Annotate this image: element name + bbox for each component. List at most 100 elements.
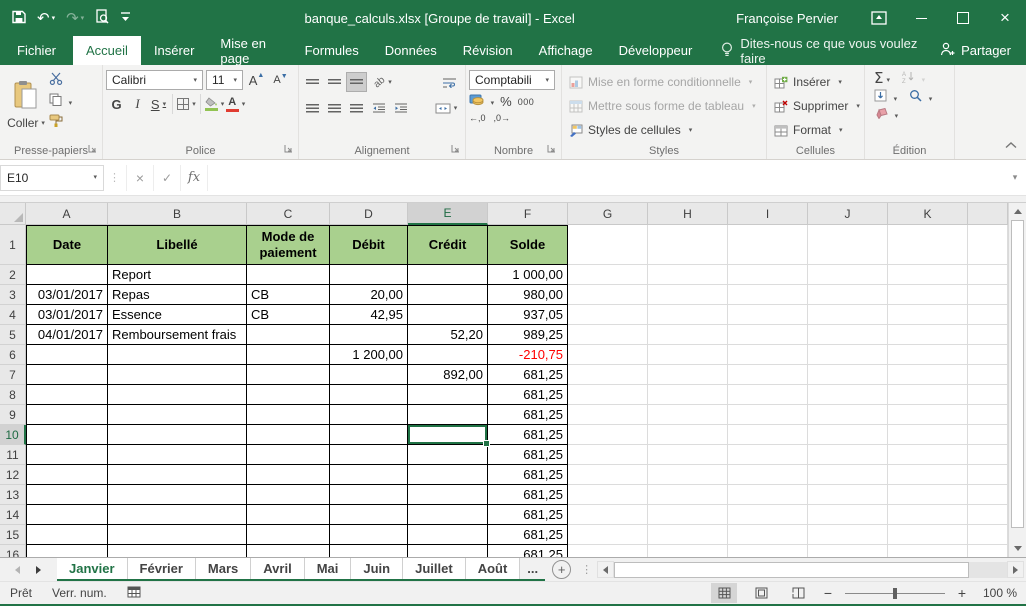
cell-K9[interactable]	[888, 405, 968, 425]
cell-E9[interactable]	[408, 405, 488, 425]
scroll-left-icon[interactable]	[597, 561, 614, 578]
cell-G13[interactable]	[568, 485, 648, 505]
cell-B2[interactable]: Report	[108, 265, 247, 285]
cell-A4[interactable]: 03/01/2017	[26, 305, 108, 325]
align-bottom-button[interactable]	[346, 72, 367, 92]
sheet-tab-février[interactable]: Février	[128, 558, 196, 579]
number-format-select[interactable]: Comptabili▾	[469, 70, 555, 90]
cell-G9[interactable]	[568, 405, 648, 425]
cell-K10[interactable]	[888, 425, 968, 445]
cell-A13[interactable]	[26, 485, 108, 505]
cell-D11[interactable]	[330, 445, 408, 465]
row-header-3[interactable]: 3	[0, 285, 26, 305]
cell-K1[interactable]	[888, 225, 968, 265]
previous-sheet-icon[interactable]	[15, 566, 20, 574]
cell-I3[interactable]	[728, 285, 808, 305]
cell-H13[interactable]	[648, 485, 728, 505]
cell-G11[interactable]	[568, 445, 648, 465]
customize-qat-icon[interactable]	[120, 11, 131, 26]
row-header-15[interactable]: 15	[0, 525, 26, 545]
cell-I13[interactable]	[728, 485, 808, 505]
increase-decimal-button[interactable]: ←,0	[469, 113, 486, 123]
cell-C9[interactable]	[247, 405, 330, 425]
orientation-button[interactable]: ab	[368, 72, 398, 92]
cell-C14[interactable]	[247, 505, 330, 525]
cell-F9[interactable]: 681,25	[488, 405, 568, 425]
column-header-D[interactable]: D	[330, 203, 408, 225]
cell-filler-10[interactable]	[968, 425, 1008, 445]
cell-A12[interactable]	[26, 465, 108, 485]
cell-E13[interactable]	[408, 485, 488, 505]
cell-H16[interactable]	[648, 545, 728, 557]
cell-D14[interactable]	[330, 505, 408, 525]
print-preview-icon[interactable]	[95, 9, 109, 27]
cell-J2[interactable]	[808, 265, 888, 285]
row-header-5[interactable]: 5	[0, 325, 26, 345]
tell-me-box[interactable]: Dites-nous ce que vous voulez faire	[721, 36, 940, 65]
cell-E6[interactable]	[408, 345, 488, 365]
cell-G4[interactable]	[568, 305, 648, 325]
view-page-layout-button[interactable]	[748, 583, 774, 603]
cell-C5[interactable]	[247, 325, 330, 345]
cell-J1[interactable]	[808, 225, 888, 265]
row-header-6[interactable]: 6	[0, 345, 26, 365]
increase-font-size-button[interactable]: A▲	[246, 70, 267, 90]
format-as-table-button[interactable]: Mettre sous forme de tableau	[569, 95, 763, 117]
cell-I5[interactable]	[728, 325, 808, 345]
cell-B3[interactable]: Repas	[108, 285, 247, 305]
cell-E2[interactable]	[408, 265, 488, 285]
cell-D12[interactable]	[330, 465, 408, 485]
column-header-B[interactable]: B	[108, 203, 247, 225]
row-header-11[interactable]: 11	[0, 445, 26, 465]
cell-D1[interactable]: Débit	[330, 225, 408, 265]
cell-B16[interactable]	[108, 545, 247, 557]
tab-fichier[interactable]: Fichier	[0, 36, 73, 65]
horizontal-scrollbar[interactable]	[597, 561, 1024, 578]
cell-H5[interactable]	[648, 325, 728, 345]
align-middle-button[interactable]	[324, 72, 345, 92]
sheet-tab-août[interactable]: Août	[466, 558, 521, 579]
scroll-down-icon[interactable]	[1009, 540, 1026, 557]
format-cells-button[interactable]: Format	[774, 119, 861, 141]
cell-F8[interactable]: 681,25	[488, 385, 568, 405]
expand-formula-bar-icon[interactable]: ▾	[1004, 172, 1026, 183]
increase-indent-button[interactable]	[390, 98, 411, 118]
borders-button[interactable]	[176, 94, 197, 114]
cell-K6[interactable]	[888, 345, 968, 365]
cell-H1[interactable]	[648, 225, 728, 265]
cell-E7[interactable]: 892,00	[408, 365, 488, 385]
new-sheet-button[interactable]: +	[552, 560, 571, 579]
cell-E11[interactable]	[408, 445, 488, 465]
cell-B10[interactable]	[108, 425, 247, 445]
cell-A1[interactable]: Date	[26, 225, 108, 265]
next-sheet-icon[interactable]	[36, 566, 41, 574]
cell-D8[interactable]	[330, 385, 408, 405]
cell-D13[interactable]	[330, 485, 408, 505]
cell-C6[interactable]	[247, 345, 330, 365]
select-all-corner[interactable]	[0, 203, 26, 225]
cell-I10[interactable]	[728, 425, 808, 445]
cell-H4[interactable]	[648, 305, 728, 325]
column-header-F[interactable]: F	[488, 203, 568, 225]
cell-filler-16[interactable]	[968, 545, 1008, 557]
view-page-break-button[interactable]	[785, 583, 811, 603]
row-header-1[interactable]: 1	[0, 225, 26, 265]
cell-filler-2[interactable]	[968, 265, 1008, 285]
align-right-button[interactable]	[346, 98, 367, 118]
cell-filler-9[interactable]	[968, 405, 1008, 425]
cell-F14[interactable]: 681,25	[488, 505, 568, 525]
clipboard-dialog-launcher-icon[interactable]	[88, 144, 97, 156]
cell-A8[interactable]	[26, 385, 108, 405]
cell-G8[interactable]	[568, 385, 648, 405]
cell-H11[interactable]	[648, 445, 728, 465]
cell-C11[interactable]	[247, 445, 330, 465]
cell-K3[interactable]	[888, 285, 968, 305]
paste-button[interactable]: Coller	[3, 68, 49, 142]
cell-F11[interactable]: 681,25	[488, 445, 568, 465]
column-header-C[interactable]: C	[247, 203, 330, 225]
cell-G15[interactable]	[568, 525, 648, 545]
cell-C1[interactable]: Mode de paiement	[247, 225, 330, 265]
cell-I14[interactable]	[728, 505, 808, 525]
cell-I15[interactable]	[728, 525, 808, 545]
row-header-10[interactable]: 10	[0, 425, 26, 445]
